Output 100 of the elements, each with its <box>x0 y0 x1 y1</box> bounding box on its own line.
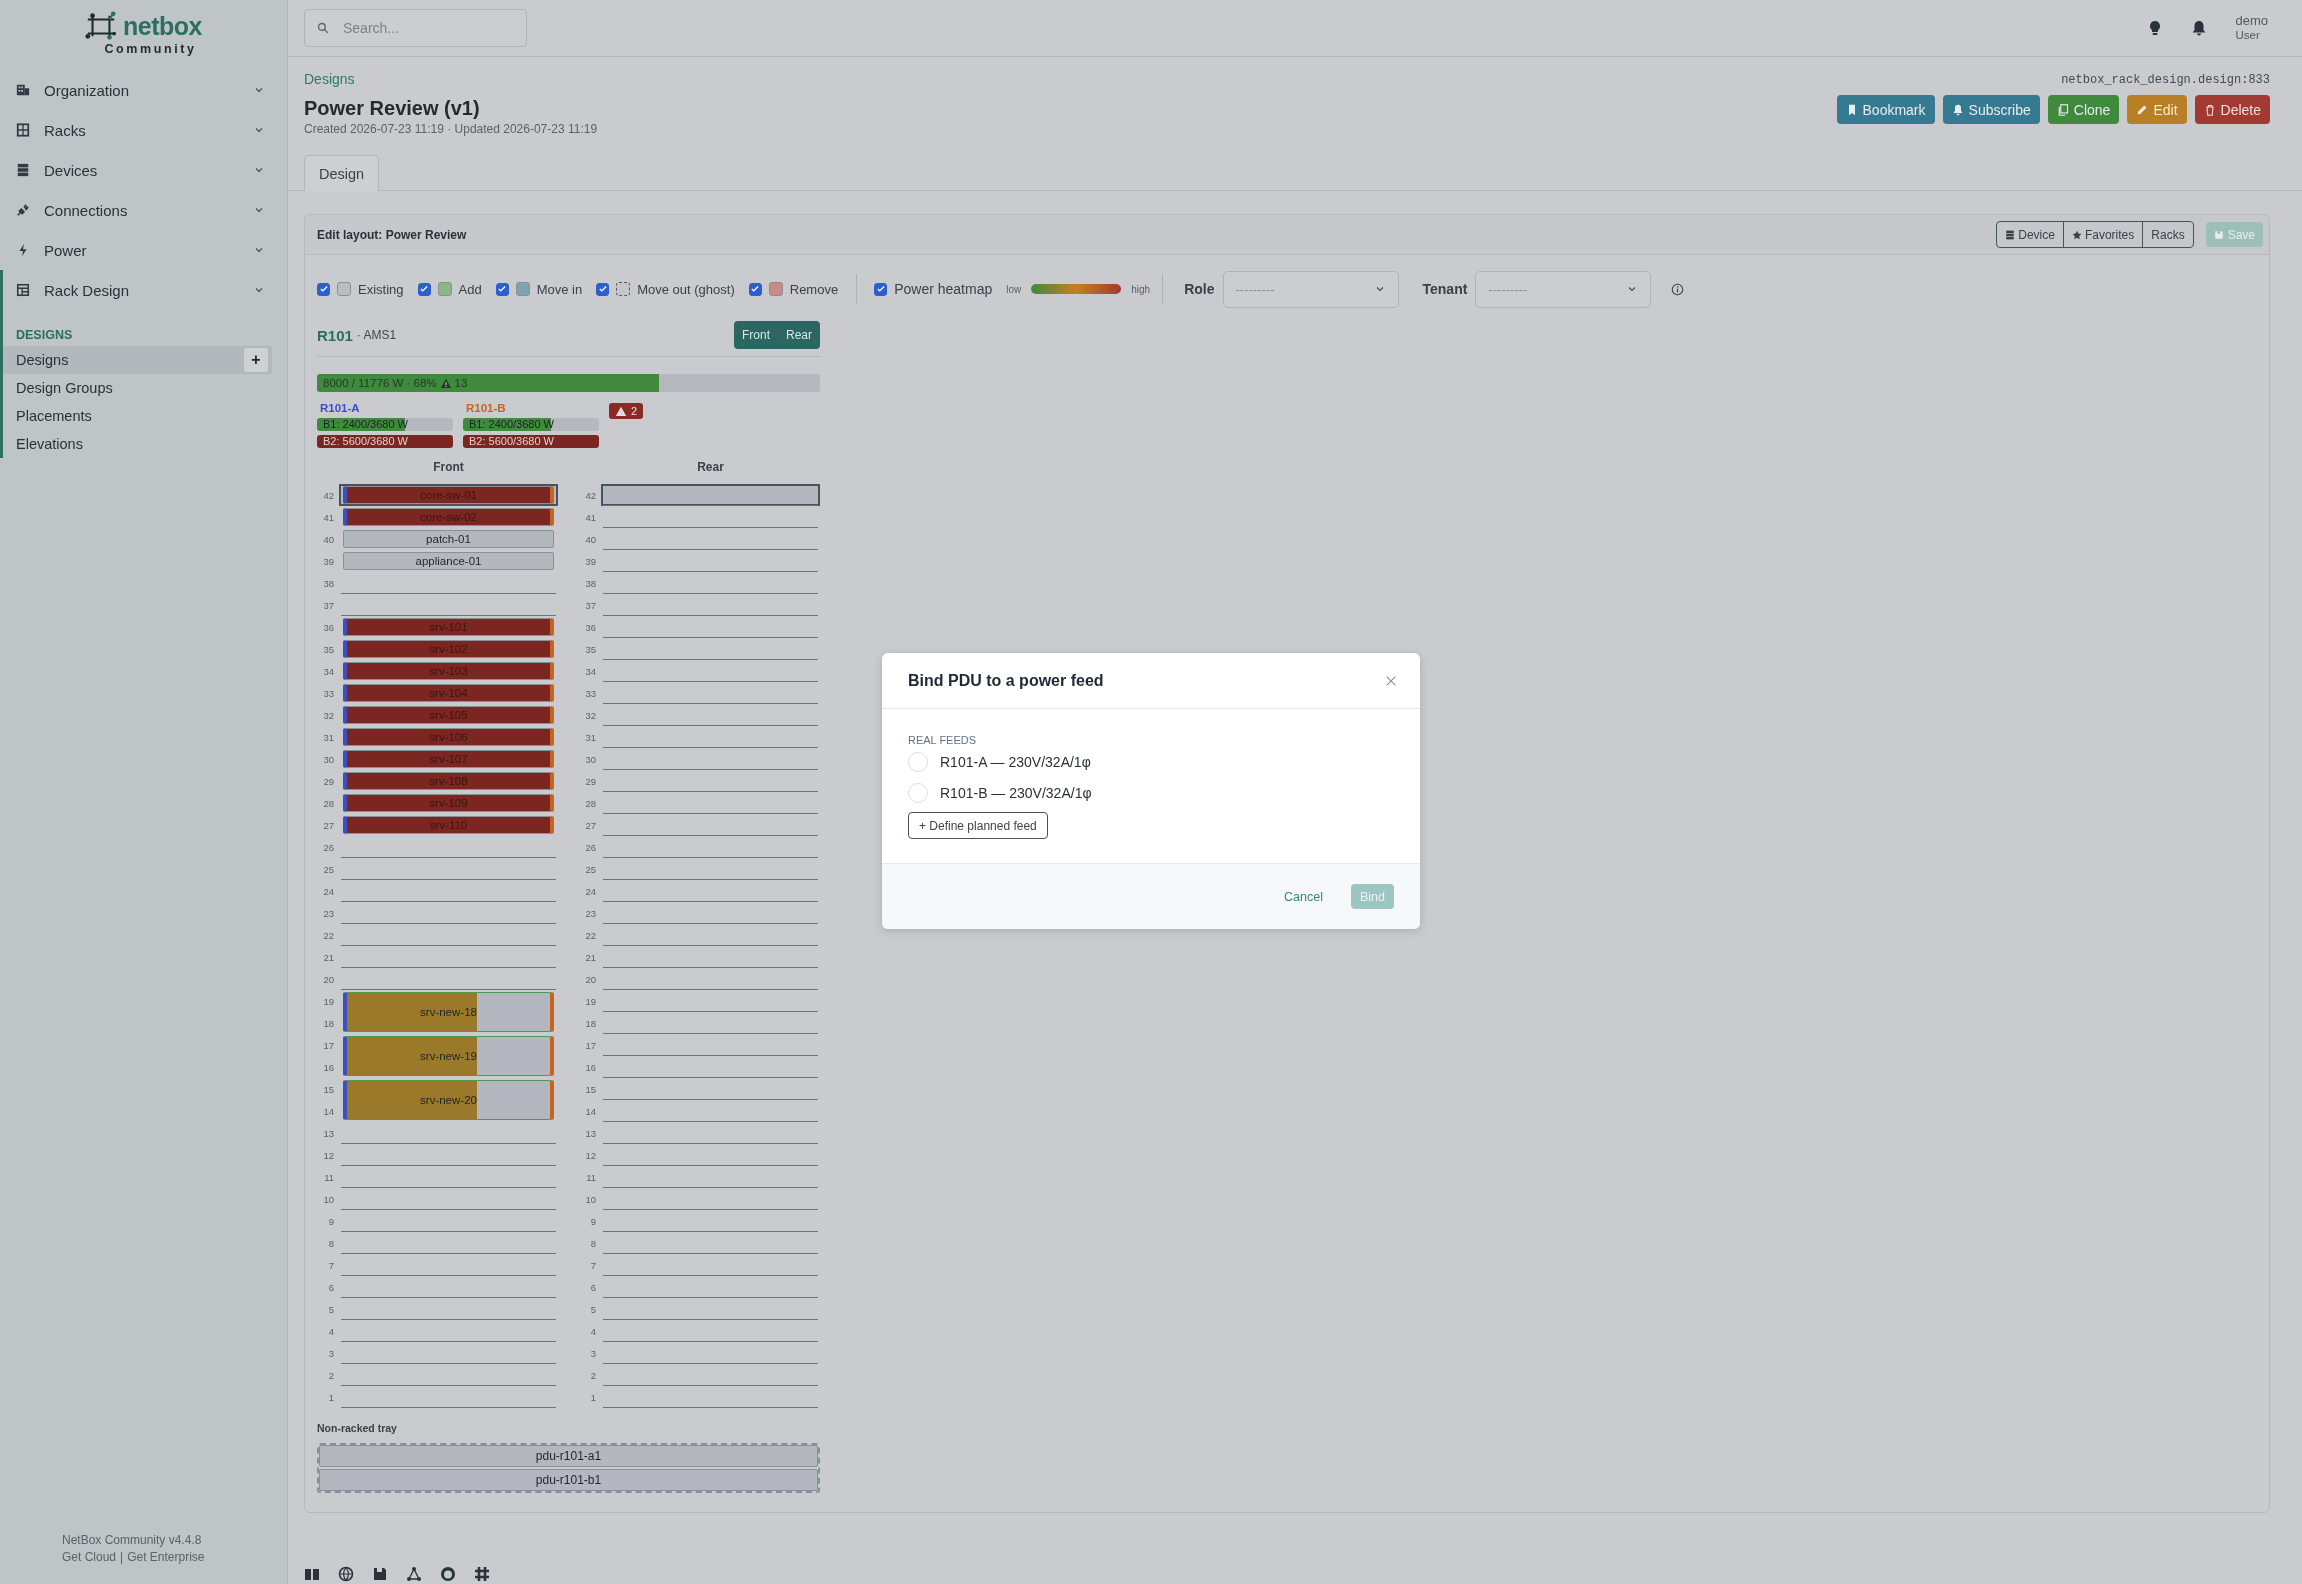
bookmark-button[interactable]: Bookmark <box>1836 95 1935 124</box>
unit-number: 37 <box>322 598 335 613</box>
filter-label: Add <box>458 281 482 297</box>
search-field[interactable]: Search... <box>304 9 527 47</box>
filter-label: Remove <box>789 281 839 297</box>
unit-number: 22 <box>584 928 597 943</box>
rack-device[interactable]: patch-01 <box>343 530 554 548</box>
page-title: Power Review (v1) <box>304 97 481 120</box>
unit-number: 39 <box>322 554 335 569</box>
unit-number: 17 <box>584 1038 597 1053</box>
power-text: 8000 / 11776 W · 68% <box>323 377 437 389</box>
version-text: NetBox Community v4.4.8 <box>62 1532 203 1549</box>
unit-number: 20 <box>584 972 597 987</box>
info-icon <box>1671 282 1685 296</box>
tray-device[interactable]: pdu-r101-b1 <box>319 1469 818 1491</box>
grid-icon <box>16 123 30 137</box>
hash-icon <box>474 1566 490 1582</box>
unit-number: 12 <box>322 1148 335 1163</box>
unit-number: 8 <box>327 1236 335 1251</box>
unit-number: 30 <box>584 752 597 767</box>
face-button[interactable]: Front <box>733 321 778 349</box>
unit-number: 11 <box>585 1170 597 1185</box>
subscribe-button[interactable]: Subscribe <box>1942 95 2040 124</box>
unit-number: 40 <box>584 532 597 547</box>
checkbox[interactable] <box>317 282 330 296</box>
checkbox[interactable] <box>596 282 610 296</box>
cancel-button[interactable]: Cancel <box>1278 888 1329 905</box>
logo-text: netbox <box>123 11 202 41</box>
nav-subitem[interactable]: Placements <box>3 402 272 430</box>
delete-button[interactable]: Delete <box>2194 95 2270 124</box>
unit-number: 27 <box>322 818 335 833</box>
footer-link[interactable]: Get Enterprise <box>127 1549 205 1566</box>
rack-device[interactable]: srv-new-19 <box>343 1036 554 1076</box>
radio-button[interactable] <box>908 751 928 772</box>
unit-number: 17 <box>322 1038 335 1053</box>
define-feed-button[interactable]: + Define planned feed <box>908 812 1048 839</box>
unit-number: 10 <box>322 1192 335 1207</box>
face-button[interactable]: Rear <box>778 321 820 349</box>
view-button[interactable]: Racks <box>2142 222 2193 247</box>
rack-device[interactable]: appliance-01 <box>343 552 554 570</box>
breadcrumb-link[interactable]: Designs <box>304 71 355 87</box>
check-icon <box>597 284 608 294</box>
search-icon <box>317 22 329 34</box>
unit-number: 15 <box>322 1082 335 1097</box>
footer-link[interactable]: Get Cloud <box>62 1549 117 1566</box>
unit-number: 25 <box>322 862 335 877</box>
tray-device[interactable]: pdu-r101-a1 <box>319 1445 818 1467</box>
edit-button[interactable]: Edit <box>2127 95 2187 124</box>
view-button[interactable]: Device <box>1997 222 2063 247</box>
unit-number: 25 <box>584 862 597 877</box>
filter-label: Power heatmap <box>894 281 993 297</box>
unit-number: 33 <box>584 686 597 701</box>
separator-text: | <box>120 1549 124 1566</box>
unit-number: 7 <box>589 1258 597 1273</box>
unit-number: 6 <box>327 1280 335 1295</box>
nav-item[interactable]: Connections <box>0 190 287 230</box>
unit-number: 1 <box>327 1390 335 1405</box>
option-label: R101-A — 230V/32A/1φ <box>940 753 1091 770</box>
nav-subitem[interactable]: Elevations <box>3 430 272 458</box>
nav-item[interactable]: Power <box>0 230 287 270</box>
unit-number: 19 <box>322 994 335 1009</box>
unit-number: 32 <box>584 708 597 723</box>
unit-number: 38 <box>322 576 335 591</box>
user-name[interactable]: demo <box>2235 13 2268 28</box>
view-button[interactable]: Favorites <box>2062 222 2143 247</box>
book-icon <box>304 1566 320 1582</box>
nav-item[interactable]: Devices <box>0 150 287 190</box>
feed-name: R101-A <box>319 402 361 414</box>
warning-icon <box>615 405 627 417</box>
nav-subitem[interactable]: Design Groups <box>3 374 272 402</box>
nav-subitem-label: Elevations <box>16 436 84 452</box>
tab[interactable]: Design <box>304 155 380 191</box>
nav-item[interactable]: Racks <box>0 110 287 150</box>
checkbox[interactable] <box>495 282 509 296</box>
unit-number: 1 <box>589 1390 597 1405</box>
nav-subitem[interactable]: Designs + <box>3 346 272 374</box>
unit-number: 21 <box>584 950 597 965</box>
nav-item[interactable]: Organization <box>0 70 287 110</box>
check-icon <box>419 284 430 294</box>
network-icon <box>406 1566 422 1582</box>
checkbox[interactable] <box>874 282 888 296</box>
rack-device[interactable]: srv-new-20 <box>343 1080 554 1120</box>
unit-number: 34 <box>322 664 335 679</box>
unit-number: 4 <box>327 1324 335 1339</box>
unit-number: 22 <box>322 928 335 943</box>
checkbox[interactable] <box>417 282 431 296</box>
device-label: srv-new-19 <box>420 1050 477 1062</box>
radio-button[interactable] <box>908 782 928 803</box>
checkbox[interactable] <box>748 282 762 296</box>
select-label: Tenant <box>1422 281 1468 297</box>
filter-label: Move in <box>536 281 583 297</box>
unit-number: 20 <box>322 972 335 987</box>
add-button[interactable]: + <box>243 347 269 373</box>
nav-item[interactable]: Rack Design <box>3 270 287 310</box>
section-label: REAL FEEDS <box>908 734 978 746</box>
check-icon <box>318 284 329 294</box>
rack-device[interactable]: srv-new-18 <box>343 992 554 1032</box>
warning-icon <box>439 377 452 389</box>
clone-button[interactable]: Clone <box>2047 95 2120 124</box>
plug-icon <box>16 203 30 217</box>
